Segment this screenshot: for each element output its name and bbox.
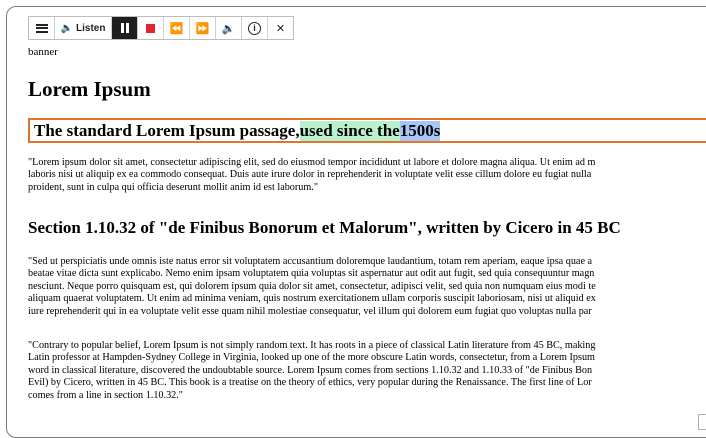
read-aloud-toolbar: 🔈 Listen ⏪ ⏩ 🔉 i ✕	[28, 16, 294, 40]
paragraph-1: "Lorem ipsum dolor sit amet, consectetur…	[28, 157, 706, 194]
menu-button[interactable]	[29, 17, 55, 39]
text-line: aliquam quaerat voluptatem. Ut enim ad m…	[28, 293, 596, 305]
paragraph-2: "Sed ut perspiciatis unde omnis iste nat…	[28, 256, 706, 318]
section-heading: Section 1.10.32 of "de Finibus Bonorum e…	[28, 218, 621, 237]
stop-button[interactable]	[138, 17, 164, 39]
heading-highlight-current-word: 1500s	[399, 120, 441, 141]
scroll-corner[interactable]	[698, 414, 706, 430]
rewind-icon: ⏪	[169, 22, 184, 35]
text-line: beatae vitae dicta sunt explicabo. Nemo …	[28, 268, 595, 280]
text-line: nesciunt. Neque porro quisquam est, qui …	[28, 280, 596, 292]
menu-icon	[35, 23, 48, 33]
banner-label: banner	[28, 46, 58, 58]
pause-icon	[120, 23, 129, 33]
paragraph-3: "Contrary to popular belief, Lorem Ipsum…	[28, 340, 706, 402]
close-button[interactable]: ✕	[268, 17, 293, 39]
listen-button[interactable]: 🔈 Listen	[55, 17, 112, 39]
text-line: Evil) by Cicero, written in 45 BC. This …	[28, 377, 592, 389]
page-title: Lorem Ipsum	[28, 77, 151, 101]
heading-highlight-read: used since the	[299, 120, 400, 141]
forward-button[interactable]: ⏩	[190, 17, 216, 39]
text-line: "Sed ut perspiciatis unde omnis iste nat…	[28, 256, 593, 267]
info-button[interactable]: i	[242, 17, 268, 39]
text-line: "Contrary to popular belief, Lorem Ipsum…	[28, 340, 596, 351]
text-line: iure reprehenderit qui in ea voluptate v…	[28, 305, 592, 317]
heading-text: The standard Lorem Ipsum passage,	[34, 120, 300, 140]
speaker-icon: 🔈	[60, 22, 73, 34]
volume-button[interactable]: 🔉	[216, 17, 242, 39]
pause-button[interactable]	[112, 17, 138, 39]
text-line: "Lorem ipsum dolor sit amet, consectetur…	[28, 157, 596, 168]
info-icon: i	[248, 21, 261, 35]
forward-icon: ⏩	[195, 22, 210, 35]
text-line: comes from a line in section 1.10.32."	[28, 389, 183, 401]
text-line: laboris nisi ut aliquip ex ea commodo co…	[28, 169, 592, 181]
close-icon: ✕	[275, 22, 286, 35]
rewind-button[interactable]: ⏪	[164, 17, 190, 39]
focused-heading: The standard Lorem Ipsum passage, used s…	[28, 118, 706, 143]
stop-icon	[146, 23, 155, 33]
text-line: proident, sunt in culpa qui officia dese…	[28, 181, 319, 193]
text-line: word in classical literature, discovered…	[28, 364, 593, 376]
listen-label: Listen	[76, 22, 106, 34]
text-line: Latin professor at Hampden-Sydney Colleg…	[28, 352, 595, 364]
volume-icon: 🔉	[221, 22, 236, 35]
